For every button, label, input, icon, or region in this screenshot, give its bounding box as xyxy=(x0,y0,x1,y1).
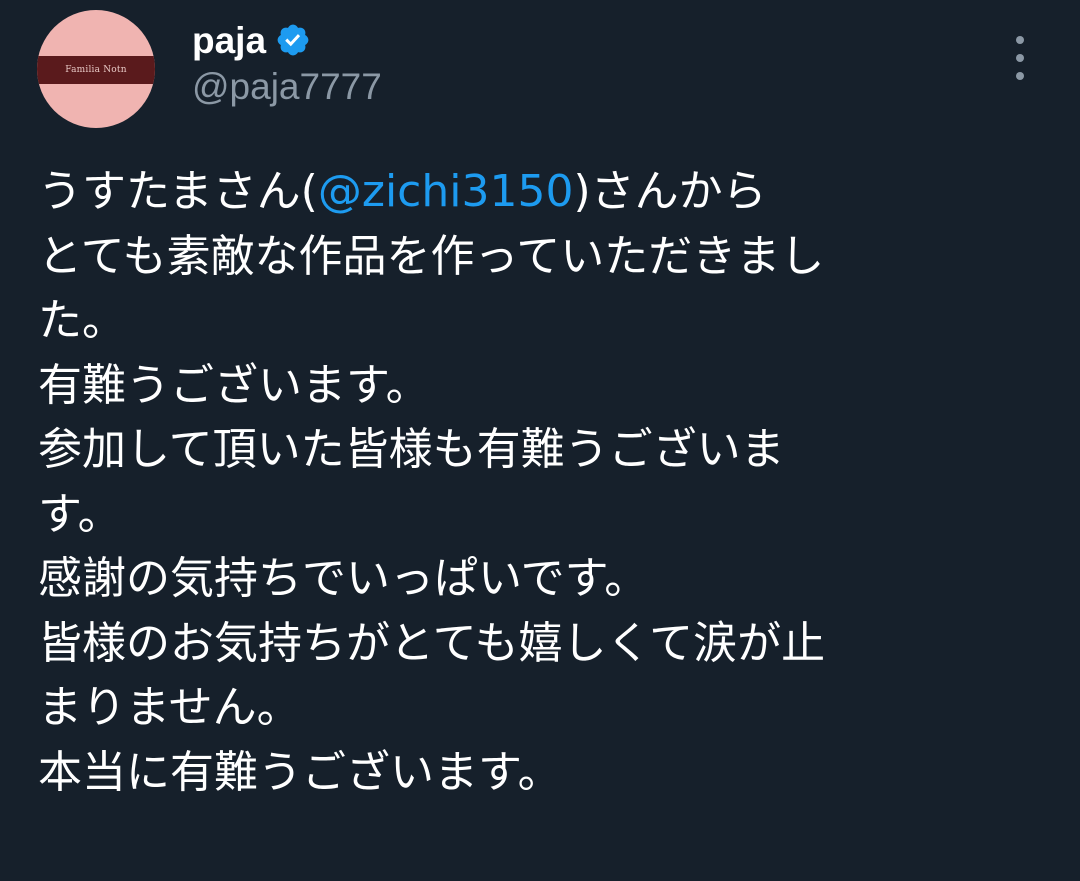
verified-badge-icon xyxy=(277,24,309,56)
tweet-line: 有難うございます。 xyxy=(38,359,430,411)
dot xyxy=(1016,54,1024,62)
tweet-line: す。 xyxy=(38,488,122,540)
tweet-line: とても素敵な作品を作っていただきまし xyxy=(38,230,825,282)
author-name-row: paja xyxy=(192,16,311,64)
tweet-line: まりません。 xyxy=(38,682,301,733)
tweet-line: うすたまさん(@zichi3150)さんから xyxy=(38,160,1048,225)
more-options-icon[interactable] xyxy=(1008,36,1032,80)
tweet-line: 本当に有難うございます。 xyxy=(38,746,562,798)
avatar[interactable]: Familia Notn xyxy=(37,10,155,128)
dot xyxy=(1016,36,1024,44)
user-handle[interactable]: @paja7777 xyxy=(192,68,382,105)
display-name[interactable]: paja xyxy=(192,22,266,59)
tweet-line: 皆様のお気持ちがとても嬉しくて涙が止 xyxy=(38,617,826,669)
mention-link[interactable]: @zichi3150 xyxy=(318,166,574,217)
dot xyxy=(1016,72,1024,80)
tweet-line: 参加して頂いた皆様も有難うございま xyxy=(38,424,785,475)
avatar-logo-text: Familia Notn xyxy=(65,65,127,75)
tweet-text-segment: )さんから xyxy=(573,166,767,217)
tweet-line: 感謝の気持ちでいっぱいです。 xyxy=(38,553,649,604)
tweet-text-segment: うすたまさん( xyxy=(38,166,318,217)
avatar-banner: Familia Notn xyxy=(37,56,155,84)
tweet-text: うすたまさん(@zichi3150)さんから とても素敵な作品を作っていただきま… xyxy=(38,160,1048,805)
tweet-line: た。 xyxy=(38,295,126,346)
